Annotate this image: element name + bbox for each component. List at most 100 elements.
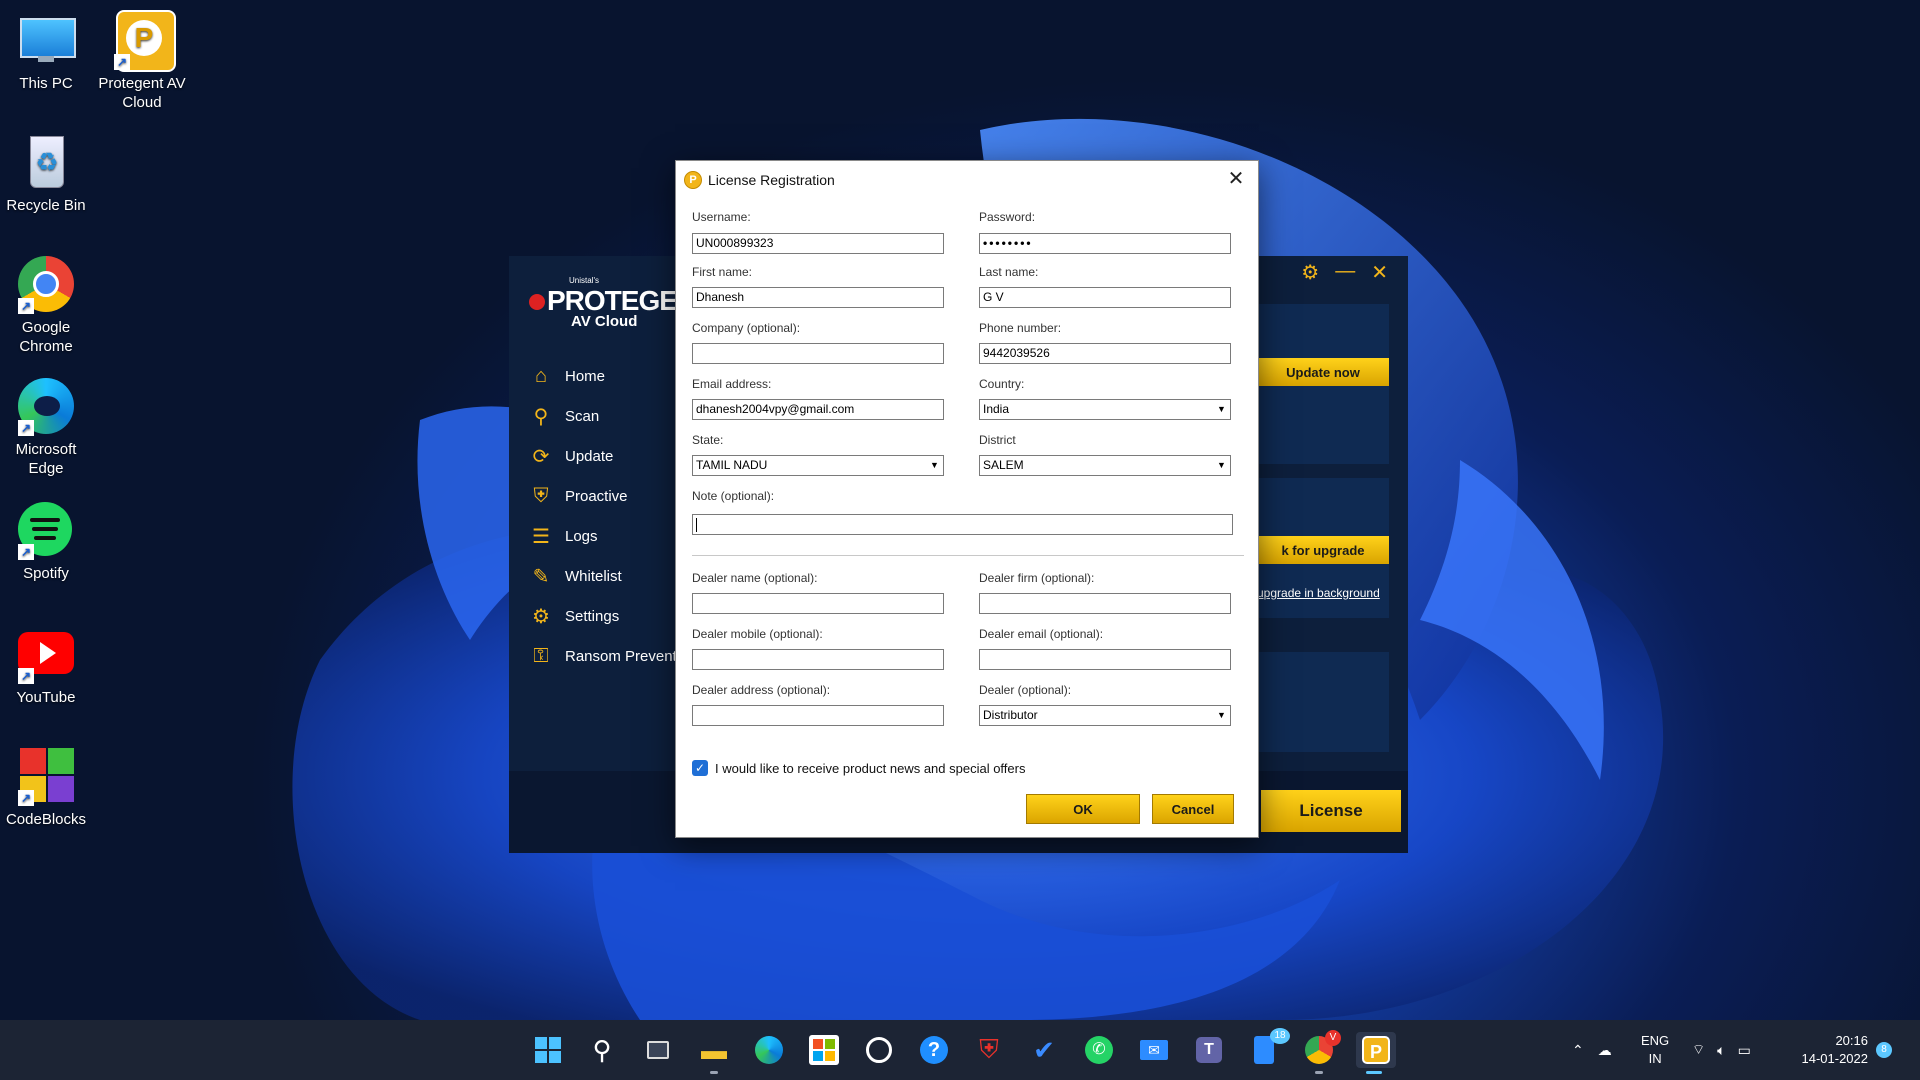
- sidebar-item-label: Scan: [565, 407, 600, 425]
- dealer-email-label: Dealer email (optional):: [979, 627, 1104, 641]
- dialog-title: License Registration: [708, 172, 835, 188]
- company-label: Company (optional):: [692, 321, 801, 335]
- protegent-taskbar-icon[interactable]: P: [1356, 1032, 1396, 1074]
- sidebar-item-label: Proactive: [565, 487, 628, 505]
- chevron-down-icon[interactable]: ▼: [1215, 708, 1228, 723]
- running-indicator: [710, 1071, 718, 1074]
- desktop-icon-chrome[interactable]: ↗ Google Chrome: [0, 248, 94, 356]
- monitor-icon: [16, 10, 76, 70]
- shortcut-arrow-icon: ↗: [18, 790, 34, 806]
- notification-count-badge: 18: [1270, 1028, 1290, 1044]
- shortcut-arrow-icon: ↗: [114, 54, 130, 70]
- upgrade-background-link[interactable]: upgrade in background: [1257, 586, 1380, 600]
- password-field[interactable]: ••••••••: [979, 233, 1231, 254]
- whatsapp-icon[interactable]: ✆: [1081, 1032, 1117, 1068]
- cancel-button[interactable]: Cancel: [1152, 794, 1234, 824]
- store-icon[interactable]: [806, 1032, 842, 1068]
- mcafee-icon[interactable]: ⛨: [971, 1032, 1007, 1068]
- country-select[interactable]: India ▼: [979, 399, 1231, 420]
- phone-field[interactable]: 9442039526: [979, 343, 1231, 364]
- clock-time: 20:16: [1835, 1033, 1868, 1048]
- last-name-field[interactable]: G V: [979, 287, 1231, 308]
- desktop-icon-label: CodeBlocks: [5, 811, 87, 828]
- dealer-mobile-field[interactable]: [692, 649, 944, 670]
- minimize-icon[interactable]: —: [1335, 260, 1355, 285]
- country-label: Country:: [979, 377, 1025, 391]
- email-field[interactable]: dhanesh2004vpy@gmail.com: [692, 399, 944, 420]
- desktop-icon-edge[interactable]: ↗ Microsoft Edge: [0, 370, 94, 478]
- logs-icon: ☰: [532, 525, 550, 548]
- email-label: Email address:: [692, 377, 772, 391]
- help-icon[interactable]: ?: [916, 1032, 952, 1068]
- chrome-taskbar-icon[interactable]: V: [1301, 1030, 1341, 1074]
- ok-button[interactable]: OK: [1026, 794, 1140, 824]
- desktop-icon-recycle-bin[interactable]: ♻ Recycle Bin: [0, 126, 94, 215]
- running-indicator: [1315, 1071, 1323, 1074]
- desktop-icon-this-pc[interactable]: This PC: [0, 4, 94, 93]
- security-icon[interactable]: [861, 1032, 897, 1068]
- dealer-firm-field[interactable]: [979, 593, 1231, 614]
- state-select[interactable]: TAMIL NADU ▼: [692, 455, 944, 476]
- notification-badge[interactable]: 8: [1876, 1042, 1892, 1058]
- mail-icon[interactable]: ✉: [1136, 1032, 1172, 1068]
- state-label: State:: [692, 433, 724, 447]
- dealer-select[interactable]: Distributor ▼: [979, 705, 1231, 726]
- chevron-down-icon[interactable]: ▼: [1215, 402, 1228, 417]
- check-upgrade-button[interactable]: k for upgrade: [1257, 536, 1389, 564]
- teams-icon[interactable]: T: [1191, 1032, 1227, 1068]
- first-name-label: First name:: [692, 265, 753, 279]
- phone-label: Phone number:: [979, 321, 1062, 335]
- clock-date: 14-01-2022: [1801, 1051, 1869, 1066]
- tray-status-icons[interactable]: ⌔ 🔈︎ ▭: [1692, 1020, 1751, 1080]
- last-name-label: Last name:: [979, 265, 1039, 279]
- app-window-controls: ⚙ — ✕: [1301, 260, 1388, 285]
- newsletter-label[interactable]: I would like to receive product news and…: [715, 761, 1025, 776]
- dealer-mobile-label: Dealer mobile (optional):: [692, 627, 823, 641]
- search-icon[interactable]: ⚲: [584, 1032, 620, 1068]
- settings-gear-icon[interactable]: ⚙: [1301, 260, 1319, 285]
- newsletter-checkbox[interactable]: ✓: [692, 760, 708, 776]
- text-caret: [696, 517, 697, 532]
- district-select[interactable]: SALEM ▼: [979, 455, 1231, 476]
- clock[interactable]: 20:16 14-01-2022: [1792, 1020, 1869, 1080]
- battery-icon: ▭: [1737, 1041, 1751, 1058]
- start-button[interactable]: [530, 1032, 566, 1068]
- todo-icon[interactable]: ✔: [1026, 1032, 1062, 1068]
- dealer-email-field[interactable]: [979, 649, 1231, 670]
- edge-taskbar-icon[interactable]: [751, 1032, 787, 1068]
- sidebar-item-label: Settings: [565, 607, 620, 625]
- active-indicator: [1366, 1071, 1382, 1074]
- chevron-up-icon[interactable]: ⌃: [1572, 1042, 1584, 1059]
- task-view-icon[interactable]: [640, 1032, 676, 1068]
- desktop-icon-protegent[interactable]: P ↗ Protegent AV Cloud: [94, 4, 190, 112]
- sidebar-item-label: Whitelist: [565, 567, 622, 585]
- first-name-field[interactable]: Dhanesh: [692, 287, 944, 308]
- district-label: District: [979, 433, 1016, 447]
- username-field[interactable]: UN000899323: [692, 233, 944, 254]
- license-button[interactable]: License: [1261, 790, 1401, 832]
- dialog-close-icon[interactable]: ✕: [1224, 167, 1248, 191]
- note-field[interactable]: [692, 514, 1233, 535]
- country-value: India: [983, 402, 1010, 416]
- language-indicator[interactable]: ENG IN: [1641, 1020, 1669, 1080]
- desktop-icon-codeblocks[interactable]: ↗ CodeBlocks: [0, 740, 94, 829]
- codeblocks-icon: ↗: [16, 746, 76, 806]
- company-field[interactable]: [692, 343, 944, 364]
- desktop-icon-youtube[interactable]: ↗ YouTube: [0, 618, 94, 707]
- dealer-address-field[interactable]: [692, 705, 944, 726]
- close-icon[interactable]: ✕: [1371, 260, 1388, 285]
- chevron-down-icon[interactable]: ▼: [928, 458, 941, 473]
- desktop-icon-spotify[interactable]: ↗ Spotify: [0, 494, 94, 583]
- file-explorer-icon[interactable]: ▬: [696, 1032, 732, 1074]
- dealer-address-label: Dealer address (optional):: [692, 683, 831, 697]
- protegent-small-icon: P: [684, 171, 702, 189]
- ransom-icon: ⚿: [533, 644, 549, 667]
- update-now-button[interactable]: Update now: [1257, 358, 1389, 386]
- onedrive-icon[interactable]: ☁: [1598, 1042, 1612, 1059]
- chevron-down-icon[interactable]: ▼: [1215, 458, 1228, 473]
- phone-link-icon[interactable]: 18: [1246, 1028, 1290, 1068]
- youtube-icon: ↗: [16, 624, 76, 684]
- desktop-icon-label: Google Chrome: [19, 319, 73, 355]
- dealer-name-field[interactable]: [692, 593, 944, 614]
- sidebar-item-label: Logs: [565, 527, 598, 545]
